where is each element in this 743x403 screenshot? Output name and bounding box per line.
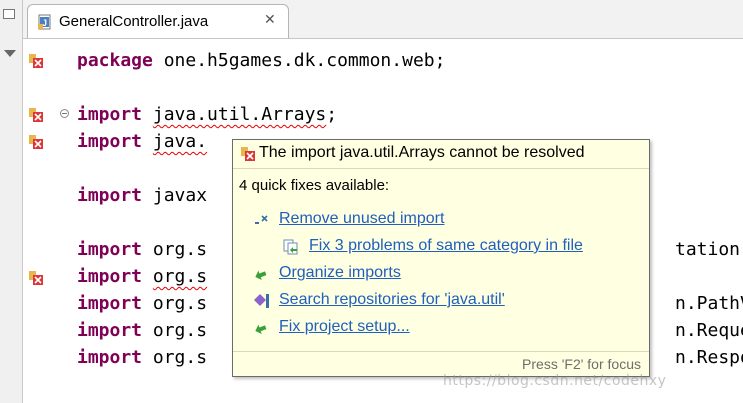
focus-hint: Press 'F2' for focus	[522, 356, 641, 372]
view-menu-icon[interactable]	[4, 50, 16, 57]
code-line: import java.	[77, 131, 208, 152]
fold-toggle-icon[interactable]	[60, 109, 69, 118]
code-line: import org.s	[77, 320, 208, 341]
remove-import-icon	[255, 215, 268, 224]
code-line: import javax	[77, 185, 208, 206]
watermark: https://blog.csdn.net/codehxy	[443, 373, 667, 389]
fix-same-category-link[interactable]: Fix 3 problems of same category in file	[309, 237, 583, 255]
error-marker-icon[interactable]	[29, 108, 43, 122]
code-line: import java.util.Arrays;	[77, 104, 338, 125]
code-line-tail: n.PathV	[675, 293, 743, 314]
code-line: import org.s	[77, 347, 208, 368]
organize-imports-link[interactable]: Organize imports	[279, 264, 401, 282]
close-icon[interactable]: ✕	[264, 12, 276, 28]
java-file-icon: J	[38, 14, 51, 30]
quick-fix-popup: The import java.util.Arrays cannot be re…	[232, 139, 650, 377]
project-setup-icon	[255, 324, 267, 335]
minimize-icon[interactable]	[3, 9, 15, 19]
remove-unused-import-link[interactable]: Remove unused import	[279, 210, 444, 228]
organize-imports-icon	[255, 270, 267, 281]
quick-fix-count: 4 quick fixes available:	[239, 177, 390, 194]
code-line: import org.s	[77, 266, 208, 287]
editor-tab-bar: J GeneralController.java ✕	[23, 0, 743, 39]
error-marker-icon[interactable]	[29, 54, 43, 68]
code-line: package one.h5games.dk.common.web;	[77, 50, 446, 71]
tab-generalcontroller[interactable]: J GeneralController.java ✕	[27, 4, 289, 38]
code-line-tail: n.Reque	[675, 320, 743, 341]
error-marker-icon[interactable]	[29, 135, 43, 149]
search-repositories-link[interactable]: Search repositories for 'java.util'	[279, 291, 505, 309]
code-line-tail: tation.	[675, 239, 743, 260]
code-line: import org.s	[77, 239, 208, 260]
problem-description: The import java.util.Arrays cannot be re…	[259, 144, 585, 161]
quick-fix-header: The import java.util.Arrays cannot be re…	[233, 140, 649, 169]
fix-project-setup-link[interactable]: Fix project setup...	[279, 318, 410, 336]
tab-title: GeneralController.java	[59, 13, 209, 30]
multi-fix-icon	[283, 239, 298, 255]
code-line: import org.s	[77, 293, 208, 314]
code-line-tail: n.Respo	[675, 347, 743, 368]
error-icon	[241, 147, 255, 161]
search-repo-icon	[254, 294, 269, 308]
left-panel-strip	[0, 0, 23, 403]
error-marker-icon[interactable]	[29, 271, 43, 285]
